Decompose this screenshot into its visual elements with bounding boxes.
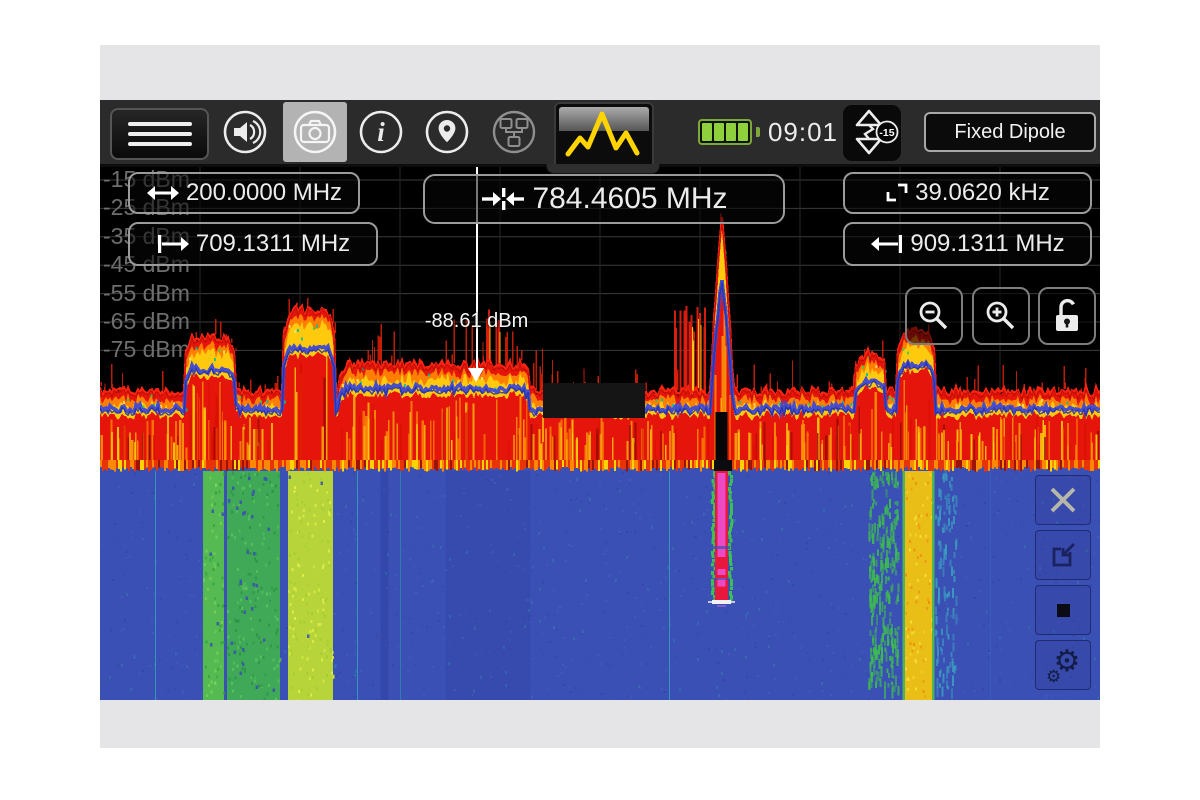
- save-capture-button[interactable]: [1035, 530, 1091, 580]
- rbw-readout-button[interactable]: 39.0620 kHz: [843, 172, 1092, 214]
- unlock-icon: [1050, 296, 1084, 336]
- center-freq-readout-button[interactable]: 784.4605 MHz: [423, 174, 785, 224]
- stop-icon: [1057, 604, 1070, 617]
- speaker-button[interactable]: [223, 110, 267, 154]
- tab-spectrum[interactable]: [554, 102, 654, 168]
- settings-button[interactable]: ⚙ ⚙: [1035, 640, 1091, 690]
- menu-button[interactable]: [110, 108, 209, 160]
- battery-icon: [698, 119, 752, 145]
- center-freq-icon: [480, 186, 526, 212]
- import-arrow-icon: [1047, 539, 1079, 571]
- start-freq-icon: [156, 233, 190, 255]
- redacted-region: [543, 383, 645, 418]
- start-freq-readout-button[interactable]: 709.1311 MHz: [128, 222, 378, 266]
- svg-text:i: i: [377, 117, 385, 147]
- gear-small-icon: ⚙: [1046, 668, 1061, 685]
- stop-freq-icon: [870, 233, 904, 255]
- spectrum-waveform-icon: [556, 104, 648, 162]
- span-value: 200.0000 MHz: [186, 179, 342, 207]
- attenuator-icon: -15: [843, 105, 899, 159]
- close-icon: [1048, 485, 1078, 515]
- lock-button[interactable]: [1038, 287, 1096, 345]
- zoom-out-icon: [916, 298, 952, 334]
- analyzer-screen: i 09:01: [100, 100, 1100, 700]
- zoom-out-button[interactable]: [905, 287, 963, 345]
- stop-freq-value: 909.1311 MHz: [910, 230, 1064, 258]
- camera-button[interactable]: [293, 110, 337, 154]
- span-icon: [146, 182, 180, 204]
- attenuator-button[interactable]: -15: [842, 104, 902, 162]
- attenuation-badge: -15: [879, 127, 894, 139]
- stop-freq-readout-button[interactable]: 909.1311 MHz: [843, 222, 1092, 266]
- rbw-icon: [885, 183, 909, 203]
- antenna-select-button[interactable]: Fixed Dipole: [924, 112, 1096, 152]
- network-button[interactable]: [492, 110, 536, 154]
- center-freq-value: 784.4605 MHz: [532, 182, 727, 216]
- location-button[interactable]: [425, 110, 469, 154]
- tab-spectrum-base: [546, 164, 660, 174]
- zoom-in-button[interactable]: [972, 287, 1030, 345]
- zoom-in-icon: [983, 298, 1019, 334]
- close-button[interactable]: [1035, 475, 1091, 525]
- clock: 09:01: [764, 117, 842, 148]
- rbw-value: 39.0620 kHz: [915, 179, 1050, 207]
- marker-arrow-icon: [468, 368, 484, 382]
- span-readout-button[interactable]: 200.0000 MHz: [128, 172, 360, 214]
- toolbar: i 09:01: [100, 100, 1100, 167]
- menu-icon: [128, 122, 192, 126]
- waterfall-plot: [100, 460, 1100, 700]
- info-button[interactable]: i: [359, 110, 403, 154]
- screenshot-panel: i 09:01: [100, 45, 1100, 748]
- marker-readout: -88.61 dBm: [407, 310, 547, 333]
- spectrum-display[interactable]: -15 dBm-25 dBm-35 dBm-45 dBm-55 dBm-65 d…: [100, 164, 1100, 460]
- stop-button[interactable]: [1035, 585, 1091, 635]
- start-freq-value: 709.1311 MHz: [196, 230, 350, 258]
- waterfall-display[interactable]: ⚙ ⚙: [100, 460, 1100, 700]
- antenna-label: Fixed Dipole: [954, 121, 1065, 144]
